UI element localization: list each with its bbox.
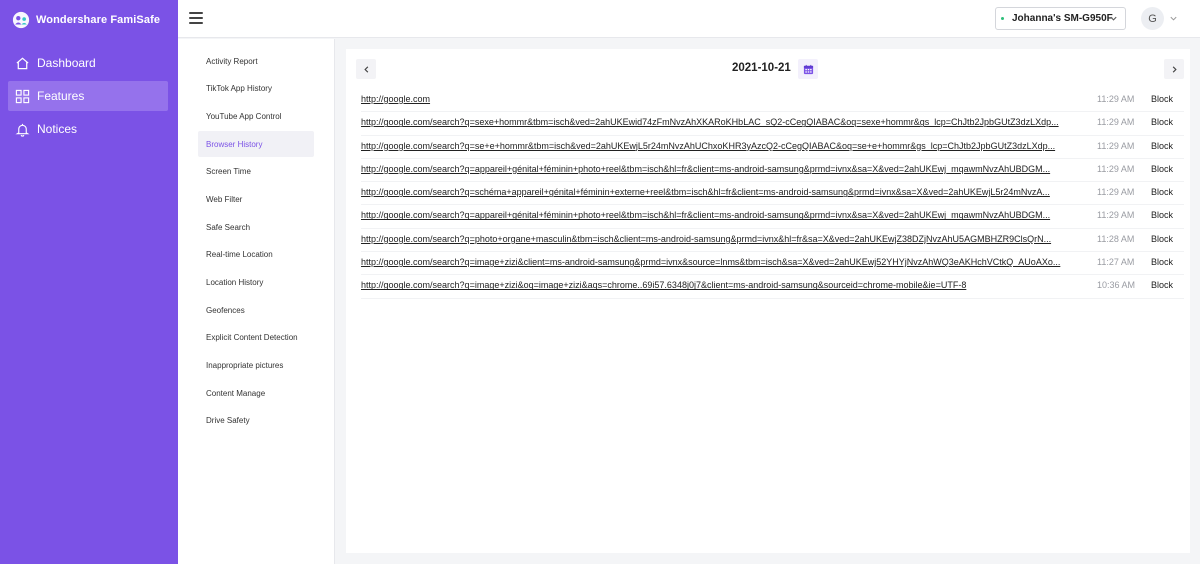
- sidebar-item-label: Dashboard: [37, 56, 96, 70]
- visited-url-link[interactable]: http://google.com/search?q=schéma+appare…: [361, 187, 1081, 197]
- chevron-right-icon: [1172, 65, 1177, 73]
- visited-url-link[interactable]: http://google.com/search?q=image+zizi&oq…: [361, 280, 1081, 290]
- date-navigator: 2021-10-21: [356, 59, 1184, 79]
- history-row: http://google.com/search?q=schéma+appare…: [361, 182, 1184, 206]
- submenu-item-drive-safety[interactable]: Drive Safety: [198, 408, 314, 434]
- block-button[interactable]: Block: [1151, 280, 1173, 290]
- visit-time: 11:29 AM: [1097, 187, 1135, 198]
- visited-url-link[interactable]: http://google.com/search?q=appareil+géni…: [361, 210, 1081, 220]
- submenu-item-geofences[interactable]: Geofences: [198, 297, 314, 323]
- famisafe-logo-icon: [12, 11, 30, 29]
- submenu-item-real-time-location[interactable]: Real-time Location: [198, 242, 314, 268]
- selected-date: 2021-10-21: [732, 62, 791, 74]
- submenu-item-explicit-content-detection[interactable]: Explicit Content Detection: [198, 325, 314, 351]
- visit-time: 11:29 AM: [1097, 140, 1135, 151]
- calendar-icon: [803, 64, 813, 74]
- next-day-button[interactable]: [1164, 59, 1184, 79]
- home-icon: [14, 55, 30, 71]
- block-button[interactable]: Block: [1151, 187, 1173, 197]
- submenu-item-web-filter[interactable]: Web Filter: [198, 186, 314, 212]
- device-selector[interactable]: Johanna's SM-G950F: [995, 7, 1126, 30]
- block-button[interactable]: Block: [1151, 257, 1173, 267]
- visited-url-link[interactable]: http://google.com/search?q=se+e+hommr&tb…: [361, 141, 1081, 151]
- visit-time: 11:29 AM: [1097, 94, 1135, 104]
- history-row: http://google.com/search?q=appareil+géni…: [361, 205, 1184, 229]
- chevron-left-icon: [363, 65, 368, 73]
- features-submenu: Activity Report TikTok App History YouTu…: [178, 39, 335, 564]
- history-row: http://google.com/search?q=appareil+géni…: [361, 159, 1184, 183]
- block-button[interactable]: Block: [1151, 117, 1173, 127]
- block-button[interactable]: Block: [1151, 94, 1173, 104]
- visit-time: 10:36 AM: [1097, 280, 1136, 291]
- history-row: http://google.com/search?q=image+zizi&cl…: [361, 252, 1184, 276]
- brand[interactable]: Wondershare FamiSafe: [0, 0, 178, 40]
- block-button[interactable]: Block: [1151, 141, 1173, 151]
- block-button[interactable]: Block: [1151, 210, 1173, 220]
- history-row: http://google.com/search?q=image+zizi&oq…: [361, 275, 1184, 299]
- device-name: Johanna's SM-G950F: [1012, 13, 1113, 24]
- avatar[interactable]: G: [1141, 7, 1164, 30]
- previous-day-button[interactable]: [356, 59, 376, 79]
- visit-time: 11:29 AM: [1097, 210, 1135, 221]
- sidebar-nav: Dashboard Features Notices: [0, 48, 178, 144]
- sidebar-item-label: Notices: [37, 122, 78, 136]
- submenu-item-browser-history[interactable]: Browser History: [198, 131, 314, 158]
- visited-url-link[interactable]: http://google.com/search?q=photo+organe+…: [361, 234, 1081, 244]
- submenu-item-content-manage[interactable]: Content Manage: [198, 380, 314, 406]
- sidebar-item-features[interactable]: Features: [8, 81, 168, 111]
- history-list: http://google.com 11:29 AM Block http://…: [361, 89, 1184, 299]
- history-row: http://google.com/search?q=se+e+hommr&tb…: [361, 136, 1184, 159]
- submenu-item-youtube-app-control[interactable]: YouTube App Control: [198, 103, 314, 129]
- menu-toggle-icon[interactable]: [189, 12, 203, 24]
- submenu-item-tiktok-app-history[interactable]: TikTok App History: [198, 76, 314, 102]
- grid-icon: [14, 88, 30, 104]
- visited-url-link[interactable]: http://google.com/search?q=appareil+géni…: [361, 164, 1081, 174]
- history-row: http://google.com 11:29 AM Block: [361, 89, 1184, 113]
- sidebar-item-notices[interactable]: Notices: [8, 114, 168, 144]
- calendar-button[interactable]: [798, 59, 818, 79]
- brand-name: Wondershare FamiSafe: [36, 14, 161, 26]
- submenu-item-safe-search[interactable]: Safe Search: [198, 214, 314, 240]
- visited-url-link[interactable]: http://google.com: [361, 94, 1081, 104]
- visit-time: 11:29 AM: [1097, 163, 1135, 174]
- chevron-down-icon: [1110, 16, 1117, 21]
- top-bar: Johanna's SM-G950F G: [178, 0, 1200, 38]
- bell-icon: [14, 121, 30, 137]
- history-row: http://google.com/search?q=photo+organe+…: [361, 229, 1184, 253]
- submenu-item-screen-time[interactable]: Screen Time: [198, 159, 314, 185]
- browser-history-panel: 2021-10-21 http://google.com 11:29 AM Bl…: [346, 49, 1190, 553]
- history-row: http://google.com/search?q=sexe+hommr&tb…: [361, 112, 1184, 136]
- main-sidebar: Wondershare FamiSafe Dashboard Features …: [0, 0, 178, 564]
- visit-time: 11:29 AM: [1097, 117, 1135, 128]
- block-button[interactable]: Block: [1151, 164, 1173, 174]
- submenu-item-location-history[interactable]: Location History: [198, 270, 314, 296]
- visited-url-link[interactable]: http://google.com/search?q=sexe+hommr&tb…: [361, 117, 1081, 127]
- online-status-dot: [1001, 17, 1004, 20]
- sidebar-item-dashboard[interactable]: Dashboard: [8, 48, 168, 78]
- visited-url-link[interactable]: http://google.com/search?q=image+zizi&cl…: [361, 257, 1081, 267]
- chevron-down-icon[interactable]: [1169, 14, 1178, 23]
- submenu-item-activity-report[interactable]: Activity Report: [198, 48, 314, 74]
- submenu-item-inappropriate-pictures[interactable]: Inappropriate pictures: [198, 353, 314, 379]
- sidebar-item-label: Features: [37, 89, 85, 103]
- visit-time: 11:28 AM: [1097, 233, 1135, 244]
- block-button[interactable]: Block: [1151, 234, 1173, 244]
- visit-time: 11:27 AM: [1097, 257, 1135, 268]
